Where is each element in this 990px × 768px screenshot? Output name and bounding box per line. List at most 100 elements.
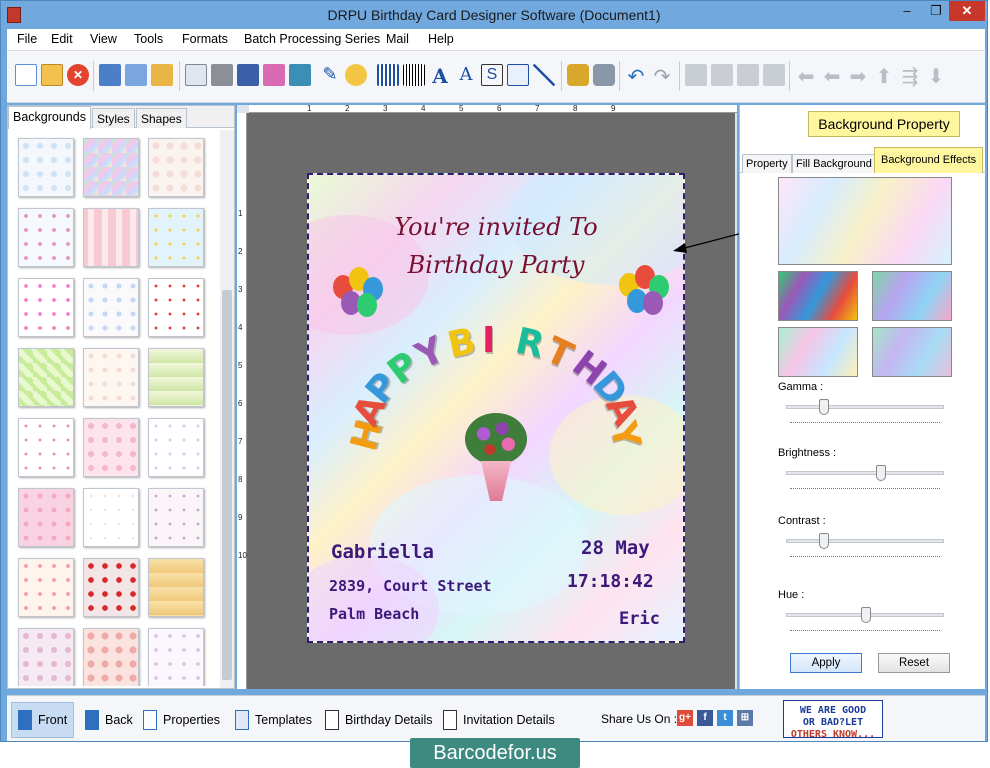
word-art-icon[interactable]: A (455, 64, 477, 86)
background-thumbnail[interactable] (148, 278, 204, 337)
background-thumbnail[interactable] (148, 138, 204, 197)
background-thumbnail[interactable] (83, 628, 139, 686)
slider-track[interactable] (786, 471, 944, 475)
picture-icon[interactable] (345, 64, 367, 86)
slider-track[interactable] (786, 539, 944, 543)
reset-button[interactable]: Reset (878, 653, 950, 673)
copy-icon[interactable] (711, 64, 733, 86)
minimize-button[interactable]: – (891, 1, 923, 21)
cut-icon[interactable] (685, 64, 707, 86)
feedback-banner[interactable]: WE ARE GOOD OR BAD?LET OTHERS KNOW... (783, 700, 883, 740)
back-button[interactable]: Back (81, 702, 137, 738)
tab-shapes[interactable]: Shapes (136, 108, 187, 128)
slider-knob[interactable] (819, 533, 829, 549)
arrow-up-icon[interactable]: ⬆ (873, 64, 895, 88)
effect-swatch-2[interactable] (872, 271, 952, 321)
background-thumbnail[interactable] (83, 208, 139, 267)
background-thumbnail[interactable] (18, 628, 74, 686)
background-thumbnail[interactable] (148, 348, 204, 407)
tab-fill-background[interactable]: Fill Background (792, 154, 876, 173)
background-thumbnail[interactable] (148, 488, 204, 547)
background-thumbnail[interactable] (18, 488, 74, 547)
windows-icon[interactable]: ⊞ (737, 710, 753, 726)
save-as-icon[interactable] (125, 64, 147, 86)
front-button[interactable]: Front (11, 702, 75, 738)
slider-knob[interactable] (876, 465, 886, 481)
slider-knob[interactable] (819, 399, 829, 415)
tab-property[interactable]: Property (742, 154, 792, 173)
background-thumbnail[interactable] (148, 418, 204, 477)
effect-swatch-4[interactable] (872, 327, 952, 377)
background-thumbnail[interactable] (18, 558, 74, 617)
background-thumbnail[interactable] (83, 348, 139, 407)
menu-batch-processing[interactable]: Batch Processing Series (244, 32, 380, 46)
background-thumbnail[interactable] (83, 418, 139, 477)
menu-tools[interactable]: Tools (134, 32, 163, 46)
menu-formats[interactable]: Formats (182, 32, 228, 46)
flip-icon[interactable]: ⇶ (899, 64, 921, 88)
arrow-left-alt-icon[interactable]: ⬅ (821, 64, 843, 88)
background-thumbnail[interactable] (83, 138, 139, 197)
properties-button[interactable]: Properties (139, 702, 224, 738)
print-icon[interactable] (211, 64, 233, 86)
menu-file[interactable]: File (17, 32, 37, 46)
gift-icon[interactable] (263, 64, 285, 86)
pen-icon[interactable]: ✎ (319, 64, 341, 86)
tab-backgrounds[interactable]: Backgrounds (8, 106, 91, 129)
menu-edit[interactable]: Edit (51, 32, 73, 46)
arrow-left-icon[interactable]: ⬅ (795, 64, 817, 88)
left-scrollbar[interactable] (220, 130, 234, 688)
background-thumbnail[interactable] (83, 558, 139, 617)
envelope-icon[interactable] (507, 64, 529, 86)
effect-swatch-1[interactable] (778, 271, 858, 321)
effect-swatch-3[interactable] (778, 327, 858, 377)
text-icon[interactable]: A (429, 64, 451, 88)
background-thumbnail[interactable] (18, 138, 74, 197)
scroll-thumb[interactable] (222, 290, 232, 680)
database-gray-icon[interactable] (593, 64, 615, 86)
open-folder-icon[interactable] (41, 64, 63, 86)
slider-knob[interactable] (861, 607, 871, 623)
save-icon[interactable] (99, 64, 121, 86)
facebook-icon[interactable]: f (697, 710, 713, 726)
invitation-details-button[interactable]: Invitation Details (439, 702, 559, 738)
background-thumbnail[interactable] (148, 558, 204, 617)
print-preview-icon[interactable] (237, 64, 259, 86)
menu-mail[interactable]: Mail (386, 32, 409, 46)
new-icon[interactable] (15, 64, 37, 86)
line-icon[interactable] (533, 64, 555, 86)
barcode-icon[interactable] (377, 64, 399, 86)
background-thumbnail[interactable] (83, 278, 139, 337)
background-thumbnail[interactable] (18, 418, 74, 477)
paste-icon[interactable] (737, 64, 759, 86)
birthday-details-button[interactable]: Birthday Details (321, 702, 437, 738)
close-doc-icon[interactable]: ✕ (67, 64, 89, 86)
twitter-icon[interactable]: t (717, 710, 733, 726)
background-thumbnail[interactable] (148, 208, 204, 267)
slider-track[interactable] (786, 405, 944, 409)
tab-styles[interactable]: Styles (92, 108, 135, 128)
image-icon[interactable] (289, 64, 311, 86)
redo-icon[interactable]: ↷ (651, 64, 673, 88)
menu-view[interactable]: View (90, 32, 117, 46)
menu-help[interactable]: Help (428, 32, 454, 46)
background-thumbnail[interactable] (83, 488, 139, 547)
barcode-linear-icon[interactable] (403, 64, 425, 86)
delete-icon[interactable] (763, 64, 785, 86)
google-plus-icon[interactable]: g+ (677, 710, 693, 726)
properties-icon[interactable] (185, 64, 207, 86)
close-button[interactable]: ✕ (949, 1, 985, 21)
undo-icon[interactable]: ↶ (625, 64, 647, 88)
background-thumbnail[interactable] (18, 348, 74, 407)
birthday-card[interactable]: You're invited To Birthday Party HAPPYBI… (307, 173, 685, 643)
templates-button[interactable]: Templates (231, 702, 316, 738)
database-icon[interactable] (567, 64, 589, 86)
background-thumbnail[interactable] (18, 278, 74, 337)
arrow-down-icon[interactable]: ⬇ (925, 64, 947, 88)
background-thumbnail[interactable] (18, 208, 74, 267)
background-thumbnail[interactable] (148, 628, 204, 686)
export-icon[interactable] (151, 64, 173, 86)
tab-background-effects[interactable]: Background Effects (874, 147, 984, 173)
arrow-right-icon[interactable]: ➡ (847, 64, 869, 88)
shape-select-icon[interactable]: S (481, 64, 503, 86)
